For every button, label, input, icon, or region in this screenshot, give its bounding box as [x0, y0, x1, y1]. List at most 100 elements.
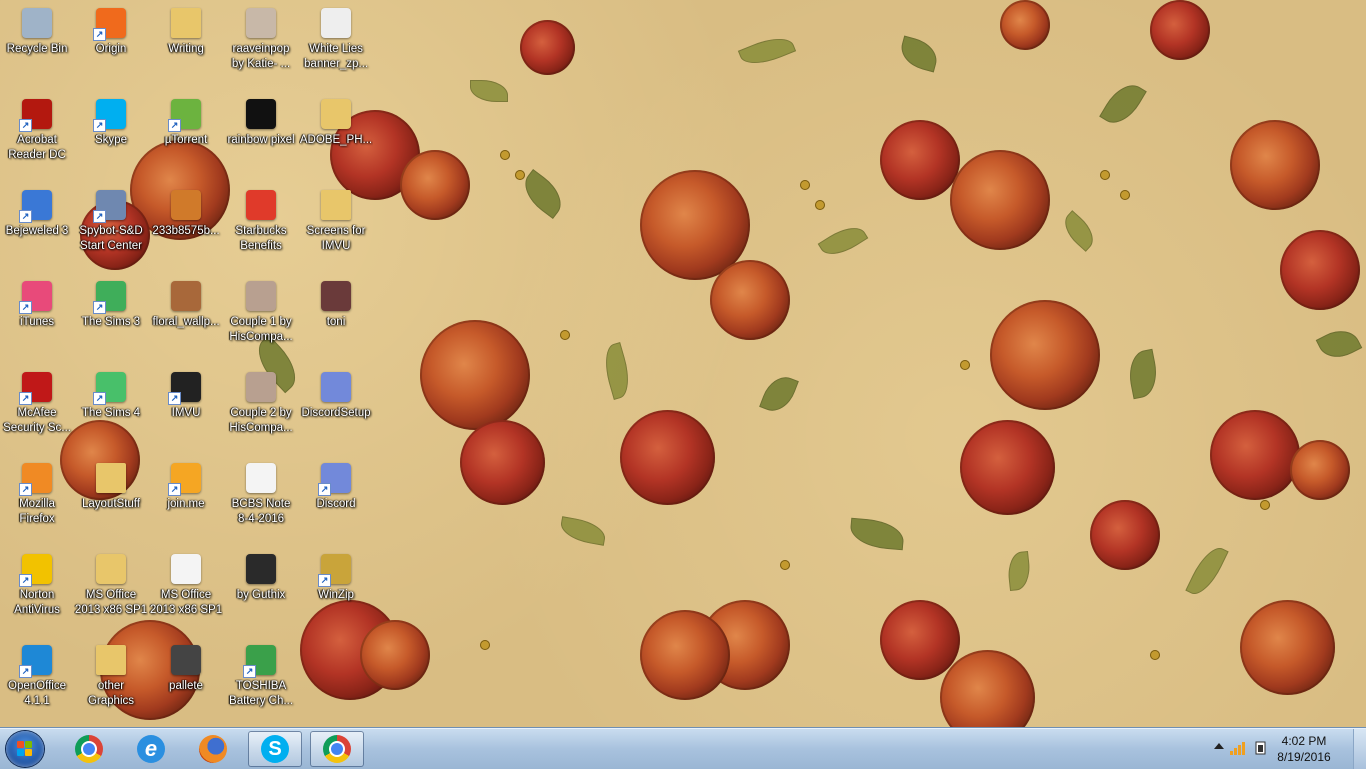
desktop-icon[interactable]: White Lies banner_zp...	[299, 0, 373, 86]
desktop-icon[interactable]: pallete	[149, 637, 223, 723]
desktop-icon-label: WinZip	[318, 589, 354, 601]
rose-decoration	[940, 650, 1035, 728]
rose-decoration	[960, 420, 1055, 515]
desktop-icon[interactable]: DiscordSetup	[299, 364, 373, 450]
desktop-icon[interactable]: Starbucks Benefits	[224, 182, 298, 268]
discord-icon: ↗	[318, 463, 351, 496]
skype-icon: S	[261, 735, 289, 763]
desktop-icon-label: Acrobat Reader DC	[8, 134, 66, 161]
signal-strength-icon[interactable]	[1230, 741, 1245, 755]
shortcut-arrow-icon: ↗	[19, 301, 32, 314]
desktop-icon-label: ADOBE_PH...	[299, 134, 373, 146]
shortcut-arrow-icon: ↗	[19, 665, 32, 678]
folder-icon	[171, 8, 201, 38]
leaf-decoration	[1124, 348, 1162, 400]
desktop-icon[interactable]: ↗ Spybot-S&D Start Center	[74, 182, 148, 268]
rose-decoration	[990, 300, 1100, 410]
taskbar-firefox-button[interactable]	[186, 731, 240, 767]
desktop-icon[interactable]: ↗ iTunes	[0, 273, 74, 359]
desktop-icon[interactable]: raaveinpop by Katie- ...	[224, 0, 298, 86]
rose-decoration	[1280, 230, 1360, 310]
leaf-decoration	[759, 371, 799, 417]
leaf-decoration	[737, 30, 797, 72]
desktop-icon[interactable]: ↗ TOSHIBA Battery Ch...	[224, 637, 298, 723]
desktop-icon[interactable]: other Graphics	[74, 637, 148, 723]
desktop-icon[interactable]: ↗ The Sims 4	[74, 364, 148, 450]
desktop-icon[interactable]: ↗ McAfee Security Sc...	[0, 364, 74, 450]
windows-start-icon	[17, 741, 33, 757]
taskbar-internet-explorer-button[interactable]: e	[124, 731, 178, 767]
utorrent-icon: ↗	[168, 99, 201, 132]
desktop-icon[interactable]: Writing	[149, 0, 223, 86]
leaf-decoration	[1185, 541, 1229, 601]
bud-decoration	[480, 640, 490, 650]
desktop-icon[interactable]: toni	[299, 273, 373, 359]
desktop-icon[interactable]: ↗ Mozilla Firefox	[0, 455, 74, 541]
desktop-icon[interactable]: Recycle Bin	[0, 0, 74, 86]
desktop-icon-label: Recycle Bin	[6, 43, 68, 55]
clock-date[interactable]: 8/19/2016	[1264, 750, 1344, 764]
show-desktop-button[interactable]	[1353, 729, 1366, 769]
desktop-icon[interactable]: rainbow pixel	[224, 91, 298, 177]
desktop-icon[interactable]: ↗ The Sims 3	[74, 273, 148, 359]
shortcut-arrow-icon: ↗	[93, 28, 106, 41]
desktop-icon-label: floral_wallp...	[152, 316, 220, 328]
rose-decoration	[420, 320, 530, 430]
sims-icon: ↗	[93, 372, 126, 405]
bud-decoration	[815, 200, 825, 210]
desktop-icon[interactable]: ↗ Acrobat Reader DC	[0, 91, 74, 177]
mcafee-icon: ↗	[19, 372, 52, 405]
taskbar-chrome-window-button[interactable]	[310, 731, 364, 767]
desktop-icon[interactable]: ↗ join.me	[149, 455, 223, 541]
desktop-icon-label: White Lies banner_zp...	[304, 43, 368, 70]
rose-decoration	[1090, 500, 1160, 570]
desktop-icon[interactable]: ↗ Discord	[299, 455, 373, 541]
desktop-icon[interactable]: ↗ IMVU	[149, 364, 223, 450]
bud-decoration	[1260, 500, 1270, 510]
desktop-icon[interactable]: 233b8575b...	[149, 182, 223, 268]
desktop-icon[interactable]: MS Office 2013 x86 SP1	[74, 546, 148, 632]
desktop-icon[interactable]: ↗ WinZip	[299, 546, 373, 632]
desktop-icon[interactable]: by Guthix	[224, 546, 298, 632]
desktop-icon-label: OpenOffice 4.1.1	[8, 680, 66, 707]
discord-icon	[321, 372, 351, 402]
show-hidden-icons-icon[interactable]	[1214, 743, 1224, 749]
taskbar-skype-button[interactable]: S	[248, 731, 302, 767]
desktop-icon[interactable]: floral_wallp...	[149, 273, 223, 359]
desktop-icon[interactable]: ↗ Skype	[74, 91, 148, 177]
bud-decoration	[800, 180, 810, 190]
desktop-icon-label: The Sims 4	[81, 407, 141, 419]
taskbar-chrome-button[interactable]	[62, 731, 116, 767]
desktop-icon[interactable]: ADOBE_PH...	[299, 91, 373, 177]
desktop-icon-label: MS Office 2013 x86 SP1	[149, 589, 223, 616]
norton-icon: ↗	[19, 554, 52, 587]
desktop-icon-label: Skype	[95, 134, 127, 146]
zip-file-icon	[96, 554, 126, 584]
shortcut-arrow-icon: ↗	[19, 574, 32, 587]
desktop-icon[interactable]: ↗ µTorrent	[149, 91, 223, 177]
desktop-icon[interactable]: ↗ Bejeweled 3	[0, 182, 74, 268]
desktop-icon-label: DiscordSetup	[301, 407, 371, 419]
desktop-icon[interactable]: Couple 2 by HisCompa...	[224, 364, 298, 450]
desktop-icon-label: Mozilla Firefox	[19, 498, 55, 525]
desktop-icon[interactable]: ↗ Norton AntiVirus	[0, 546, 74, 632]
desktop-icon[interactable]: ↗ Origin	[74, 0, 148, 86]
desktop-icon-label: by Guthix	[236, 589, 286, 601]
openoffice-icon: ↗	[19, 645, 52, 678]
image-file-icon	[246, 99, 276, 129]
sims-icon: ↗	[93, 281, 126, 314]
start-button[interactable]	[6, 731, 44, 767]
desktop-icon[interactable]: ↗ OpenOffice 4.1.1	[0, 637, 74, 723]
desktop-icon-label: raaveinpop by Katie- ...	[231, 43, 291, 70]
desktop-icon[interactable]: Couple 1 by HisCompa...	[224, 273, 298, 359]
desktop-icon[interactable]: Screens for IMVU	[299, 182, 373, 268]
desktop-icon[interactable]: LayoutStuff	[74, 455, 148, 541]
desktop[interactable]: Recycle Bin ↗ Origin Writing raaveinpop by K…	[0, 0, 1366, 728]
shortcut-arrow-icon: ↗	[19, 210, 32, 223]
internet-explorer-icon: e	[137, 735, 165, 763]
rose-decoration	[400, 150, 470, 220]
clock-time[interactable]: 4:02 PM	[1264, 734, 1344, 748]
desktop-icon-label: µTorrent	[164, 134, 208, 146]
desktop-icon[interactable]: BCBS Note 8-4-2016	[224, 455, 298, 541]
desktop-icon[interactable]: MS Office 2013 x86 SP1	[149, 546, 223, 632]
